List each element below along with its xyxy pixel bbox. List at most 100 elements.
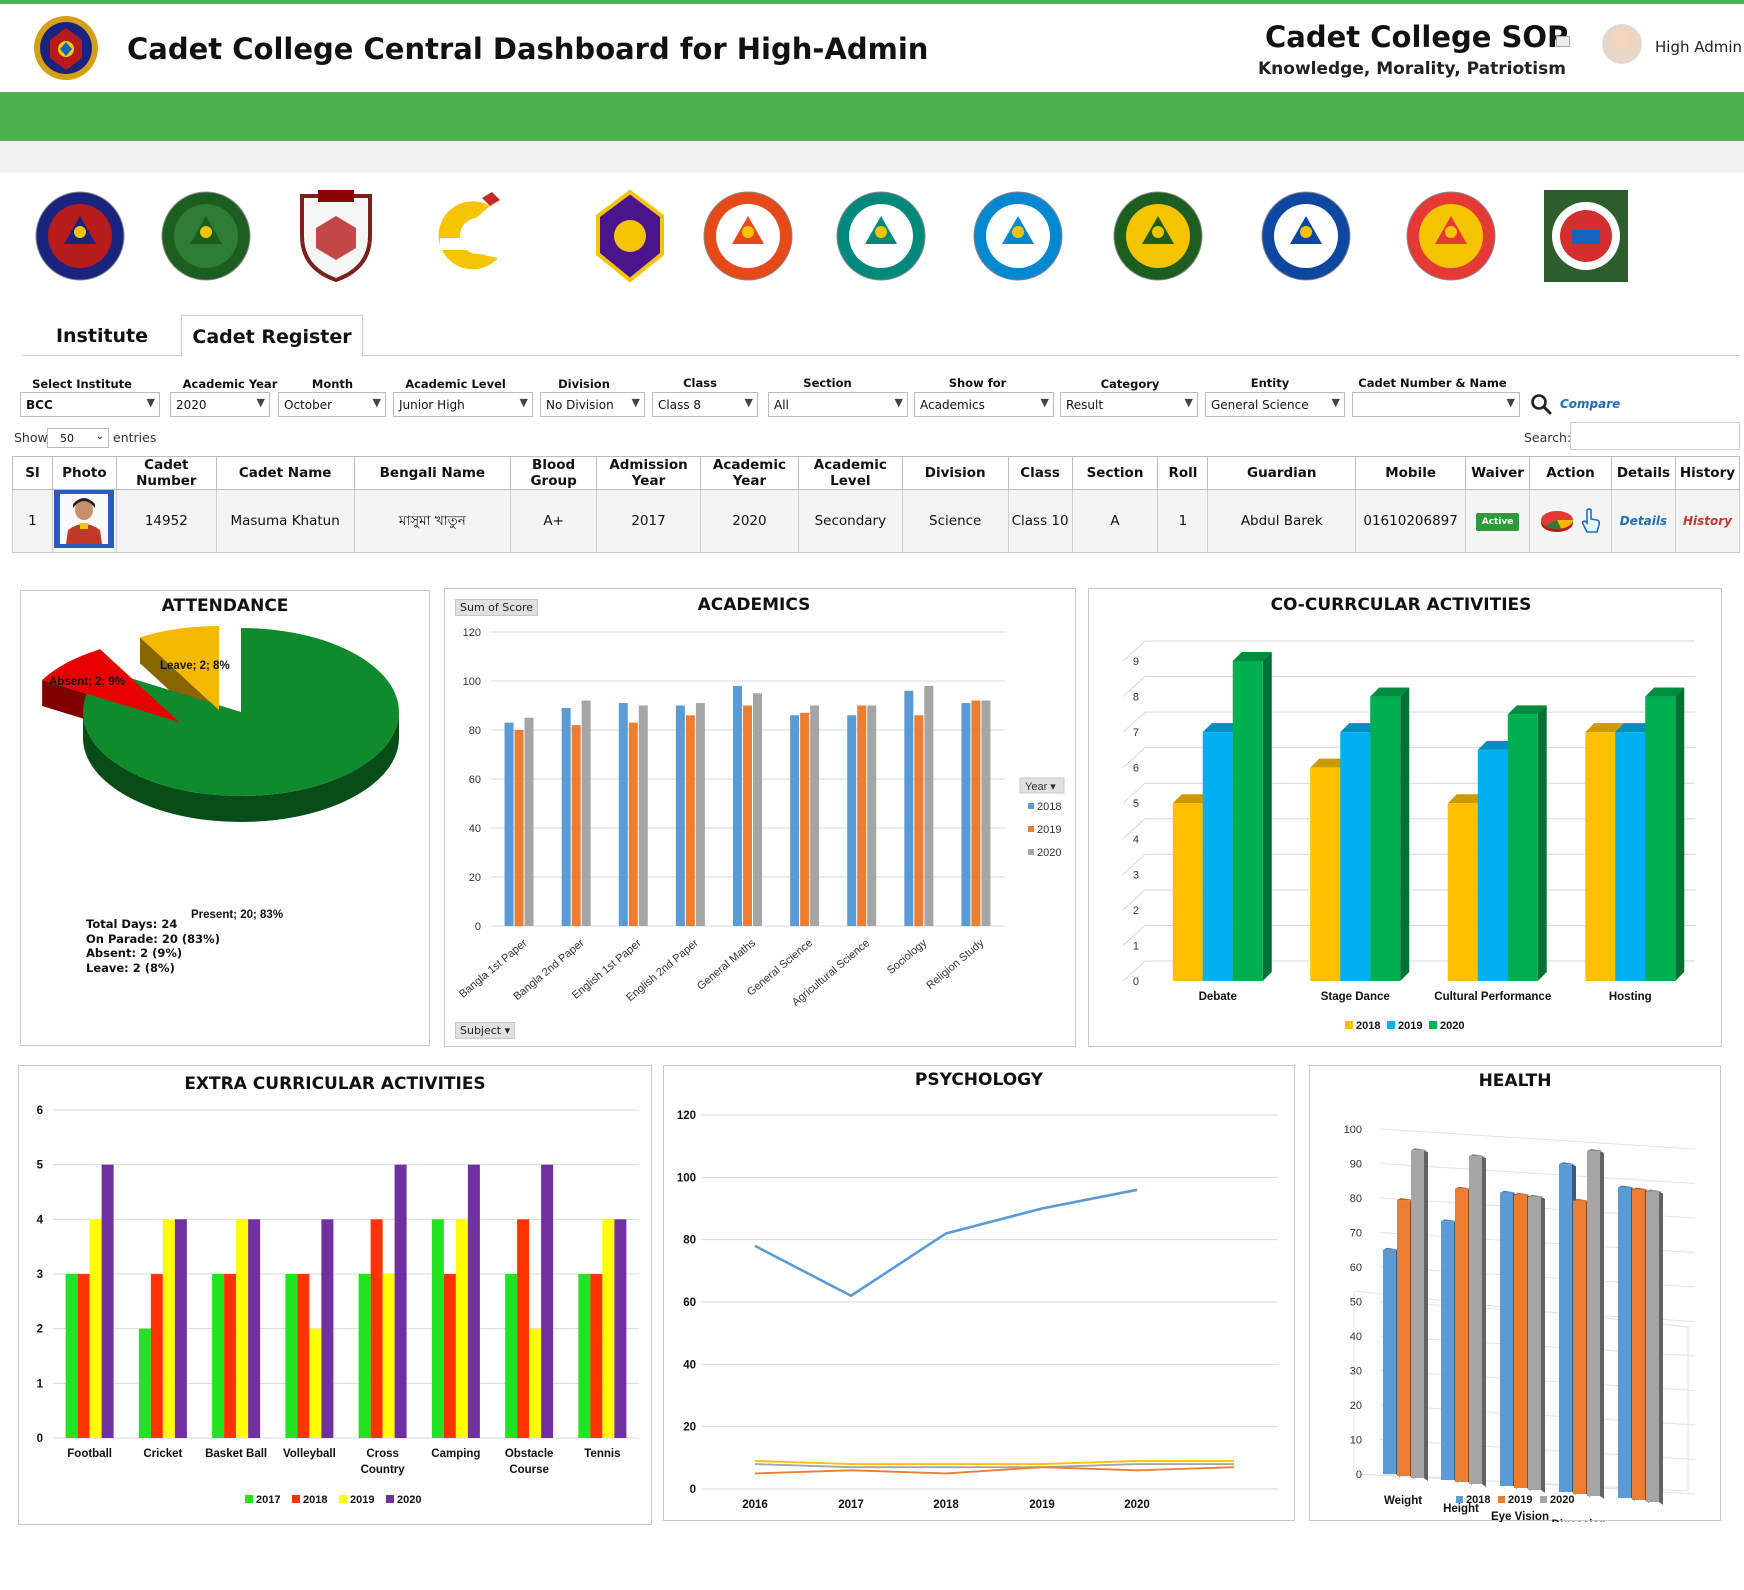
division-dropdown[interactable]: No Division ▼ [540,392,645,417]
table-row[interactable]: 1 14952 Masuma Khatun মাসুমা খাতুন A+ 20… [12,489,1741,553]
legend-label[interactable]: 2020 [1440,1020,1464,1032]
legend-label[interactable]: 2017 [256,1494,280,1506]
bar-2020-religion-study[interactable] [981,700,991,926]
bar-2019-bangla-2nd-paper[interactable] [571,725,581,926]
legend-label[interactable]: 2019 [1508,1494,1532,1506]
legend-label[interactable]: 2020 [397,1494,421,1506]
college-logo-9[interactable] [1110,188,1206,284]
bar-2020-sociology[interactable] [924,685,934,926]
bar-2019-agricultural-science[interactable] [857,705,867,927]
column-header[interactable]: Guardian [1207,456,1357,490]
tab-cadet-register[interactable]: Cadet Register [181,315,363,357]
bar-2019-english-2nd-paper[interactable] [685,715,695,926]
column-header[interactable]: Details [1610,456,1676,490]
college-logo-11[interactable] [1403,188,1499,284]
column-header[interactable]: Admission Year [596,456,701,490]
column-header[interactable]: Bengali Name [353,456,512,490]
bar-2018-english-1st-paper[interactable] [618,703,628,926]
column-header[interactable]: Mobile [1355,456,1467,490]
category-dropdown[interactable]: Result ▼ [1060,392,1198,417]
college-logo-1[interactable] [32,188,128,284]
bar-2017-football[interactable] [65,1274,78,1438]
bar-2019-sociology[interactable] [914,715,924,926]
bar-2018-general-maths[interactable] [733,685,742,926]
bar-2018-religion-study[interactable] [961,703,971,926]
bar-2018-bangla-2nd-paper[interactable] [561,707,571,926]
bar-2019-cultural-performance[interactable] [1477,749,1508,981]
bar-2018-sleep[interactable] [1618,1187,1631,1498]
college-logo-2[interactable] [158,188,254,284]
cadet-select-dropdown[interactable]: ▼ [1352,392,1520,417]
bar-2018-general-science[interactable] [790,715,800,926]
month-dropdown[interactable]: October ▼ [278,392,386,417]
bar-2019-general-science[interactable] [800,712,810,926]
cadet-photo[interactable] [54,490,115,548]
bar-2019-stage-dance[interactable] [1340,732,1371,981]
bar-2020-debate[interactable] [1232,661,1263,981]
pie-slice-present[interactable] [82,628,399,796]
bar-2020-digession[interactable] [1587,1151,1600,1496]
bar-2020-cultural-performance[interactable] [1507,714,1538,981]
bar-2020-english-2nd-paper[interactable] [695,703,705,926]
bar-2019-debate[interactable] [1202,732,1233,981]
column-header[interactable]: Blood Group [510,456,598,490]
pointer-hand-icon[interactable] [1580,508,1602,534]
bar-2019-digession[interactable] [1573,1200,1586,1494]
tab-institute[interactable]: Institute [22,315,182,357]
chart-icon[interactable] [1539,507,1575,535]
column-header[interactable]: Division [901,456,1009,490]
bar-2020-stage-dance[interactable] [1370,696,1401,981]
legend-label[interactable]: 2020 [1037,847,1061,859]
bar-2018-weight[interactable] [1383,1249,1396,1474]
college-logo-3[interactable] [288,188,384,284]
column-header[interactable]: Section [1071,456,1159,490]
bar-2018-stage-dance[interactable] [1310,767,1341,981]
bar-2020-height[interactable] [1469,1156,1482,1484]
bar-2020-hosting[interactable] [1645,696,1676,981]
bar-2017-camping[interactable] [431,1219,444,1438]
bar-2020-english-1st-paper[interactable] [638,705,648,927]
legend-label[interactable]: 2019 [1398,1020,1422,1032]
bar-2018-tennis[interactable] [590,1274,603,1438]
select-institute-dropdown[interactable]: BCC ▼ [20,392,160,417]
legend-label[interactable]: 2018 [1466,1494,1490,1506]
section-dropdown[interactable]: All ▼ [768,392,908,417]
bar-2018-cross-country[interactable] [370,1219,383,1438]
bar-2019-tennis[interactable] [602,1219,615,1438]
column-header[interactable]: Academic Level [797,456,903,490]
bar-2017-cricket[interactable] [138,1328,151,1438]
bar-2018-digession[interactable] [1559,1164,1572,1492]
bar-2020-bangla-2nd-paper[interactable] [581,700,591,926]
cadet-college-emblem[interactable] [32,14,100,82]
bar-2018-debate[interactable] [1172,803,1203,981]
column-header[interactable]: Photo [51,456,117,490]
entity-dropdown[interactable]: General Science ▼ [1205,392,1345,417]
bar-2019-height[interactable] [1455,1188,1468,1482]
bar-2020-eye-vision[interactable] [1528,1196,1541,1490]
bar-2018-obstacle-course[interactable] [517,1219,530,1438]
college-logo-4[interactable] [420,188,516,284]
college-logo-7[interactable] [833,188,929,284]
bar-2019-camping[interactable] [455,1219,468,1438]
bar-2017-basket-ball[interactable] [212,1274,225,1438]
bar-2020-basket-ball[interactable] [248,1219,261,1438]
legend-label[interactable]: 2018 [1356,1020,1380,1032]
column-header[interactable]: Class [1007,456,1073,490]
college-logo-12[interactable] [1538,188,1634,284]
bar-2017-obstacle-course[interactable] [505,1274,518,1438]
column-header[interactable]: History [1674,456,1741,490]
user-name[interactable]: High Admin [1655,38,1742,56]
bar-2019-english-1st-paper[interactable] [628,722,638,926]
column-header[interactable]: Waiver [1465,456,1531,490]
bar-2019-football[interactable] [89,1219,102,1438]
column-header[interactable]: Cadet Number [115,456,217,490]
legend-label[interactable]: 2018 [1037,801,1061,813]
column-header[interactable]: Cadet Name [215,456,355,490]
bar-2019-eye-vision[interactable] [1514,1194,1527,1488]
bar-2018-basket-ball[interactable] [224,1274,237,1438]
bar-2019-basket-ball[interactable] [236,1219,249,1438]
bar-2020-general-maths[interactable] [753,693,762,926]
bar-2019-hosting[interactable] [1615,732,1646,981]
line-series-0[interactable] [754,1188,1138,1298]
search-input[interactable] [1570,422,1740,450]
